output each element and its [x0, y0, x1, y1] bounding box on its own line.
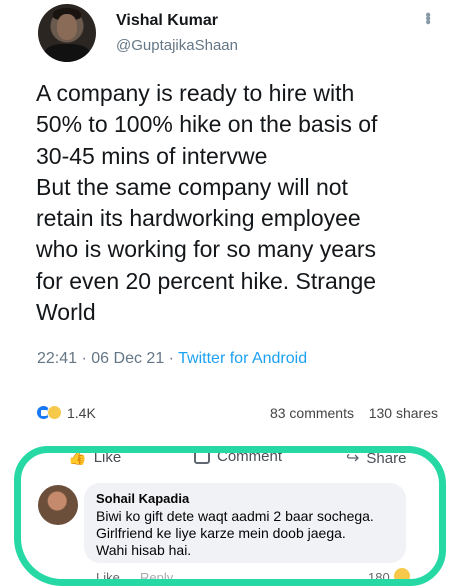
- tweet-text-line: who is working for so many years: [36, 236, 377, 263]
- tweet-text-line: 50% to 100% hike on the basis of: [36, 111, 378, 138]
- tweet-text-line: World: [36, 299, 96, 326]
- tweet-text-line: But the same company will not: [36, 173, 348, 200]
- meta-separator: ·: [168, 350, 174, 367]
- author-avatar[interactable]: [38, 4, 96, 62]
- tweet-meta: 22:41 · 06 Dec 21 · Twitter for Android: [37, 350, 307, 368]
- highlight-circle: [14, 446, 446, 586]
- tweet-text-line: 30-45 mins of intervwe: [36, 142, 268, 169]
- tweet-date: 06 Dec 21: [91, 350, 165, 367]
- comments-count[interactable]: 83 comments: [270, 405, 354, 421]
- more-vertical-icon[interactable]: •••: [419, 12, 436, 23]
- tweet-text-line: A company is ready to hire with: [36, 80, 355, 106]
- tweet-header: Vishal Kumar @GuptajikaShaan •••: [32, 2, 442, 64]
- reactions-bar: 1.4K 83 comments 130 shares: [36, 404, 438, 426]
- tweet-time: 22:41: [37, 350, 78, 367]
- meta-separator: ·: [81, 350, 87, 367]
- avatar-shirt: [44, 44, 90, 62]
- avatar-face: [57, 14, 77, 40]
- tweet-text-line: retain its hardworking employee: [36, 205, 361, 232]
- reaction-count[interactable]: 1.4K: [67, 405, 96, 421]
- author-name[interactable]: Vishal Kumar: [116, 12, 218, 30]
- tweet-text-line: for even 20 percent hike. Strange: [36, 267, 377, 294]
- tweet-source-link[interactable]: Twitter for Android: [178, 350, 307, 367]
- tweet-text: A company is ready to hire with 50% to 1…: [36, 78, 446, 328]
- shares-count[interactable]: 130 shares: [369, 405, 438, 421]
- author-handle[interactable]: @GuptajikaShaan: [116, 37, 238, 54]
- sad-reaction-icon: [47, 405, 62, 420]
